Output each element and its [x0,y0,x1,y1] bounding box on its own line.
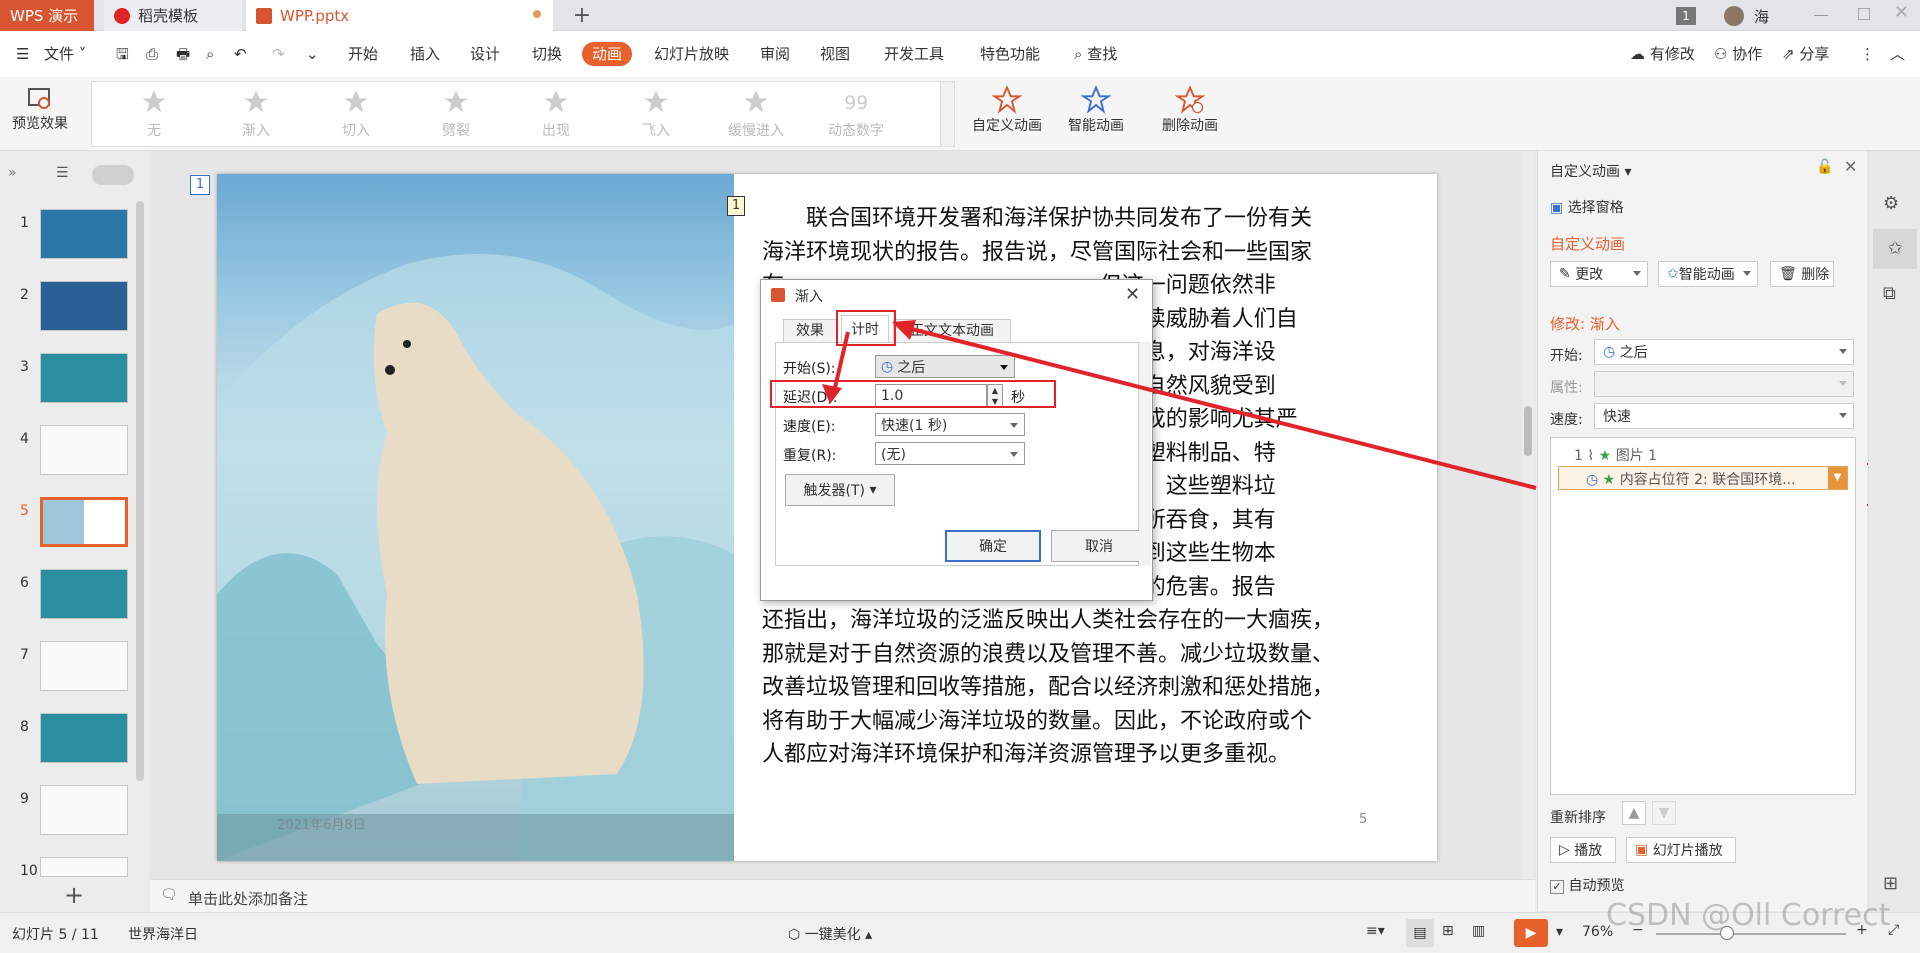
pin-icon[interactable]: 🔓 [1816,159,1833,175]
select-pane-icon: ▣ [1550,200,1564,216]
panel-smart-animation-button[interactable]: ✩ 智能动画 [1658,261,1758,287]
custom-animation-panel: 自定义动画 ▾ 🔓 ✕ ▣ 选择窗格 自定义动画 ✎ 更改 ✩ 智能动画 🗑 删除… [1537,151,1867,911]
panel-start-label: 开始: [1550,348,1583,364]
smart-icon: ✩ [1667,266,1679,282]
change-button[interactable]: ✎ 更改 [1550,261,1648,287]
effect-star-icon: ★ [1598,448,1612,464]
watermark: CSDN @Oll Correct [1606,898,1891,933]
clock-icon: ◷ [1603,344,1616,360]
slide-indicator: 幻灯片 5 / 11 [12,927,99,943]
play-icon: ▷ [1559,842,1570,858]
panel-start-select[interactable]: ◷ 之后 [1594,339,1854,365]
section-heading: 自定义动画 [1550,235,1626,253]
auto-preview-checkbox[interactable]: ✓ 自动预览 [1550,875,1624,895]
move-down-icon[interactable]: ▼ [1652,801,1676,825]
slideshow-button[interactable]: ▣ 幻灯片播放 [1626,837,1736,863]
right-toolbar: ⚙ ✩ ⧉ ⊞ [1868,151,1920,911]
trash-icon: 🗑 [1779,266,1797,282]
properties-icon[interactable]: ⚙ [1883,193,1899,214]
panel-property-select[interactable] [1594,371,1854,397]
animation-list-item[interactable]: 1 ⌇ ★ 图片 1 [1574,445,1657,465]
pencil-icon: ✎ [1559,266,1571,282]
play-button[interactable]: ▷ 播放 [1550,837,1616,863]
notes-placeholder: 单击此处添加备注 [188,890,309,908]
slideshow-icon: ▣ [1635,842,1649,858]
reading-view-icon[interactable]: ▥ [1472,923,1485,939]
theme-name[interactable]: 世界海洋日 [128,924,198,944]
modify-heading: 修改: 渐入 [1550,315,1620,333]
animation-list [1550,437,1856,795]
effect-star-icon: ★ [1602,472,1616,488]
panel-speed-label: 速度: [1550,412,1583,428]
panel-speed-select[interactable]: 快速 [1594,403,1854,429]
sorter-view-icon[interactable]: ⊞ [1442,923,1454,939]
checkbox-checked-icon: ✓ [1550,880,1564,894]
notes-icon: 🗨 [160,887,178,903]
list-item-dropdown-icon[interactable]: ▼ [1828,467,1847,489]
panel-property-label: 属性: [1550,380,1583,396]
select-pane-link[interactable]: ▣ 选择窗格 [1550,197,1624,217]
cube-icon: ⬡ [788,927,801,943]
animation-list-item-label: ◷ ★ 内容占位符 2: 联合国环境... [1586,472,1796,488]
clock-icon: ◷ [1586,472,1599,488]
move-up-icon[interactable]: ▲ [1622,801,1646,825]
transition-pane-icon[interactable]: ⧉ [1883,283,1896,304]
notes-area[interactable]: 🗨 单击此处添加备注 [150,879,1535,912]
animation-pane-icon[interactable]: ✩ [1873,229,1917,269]
play-slideshow-button[interactable]: ▶ [1514,919,1548,947]
panel-title[interactable]: 自定义动画 ▾ [1550,161,1631,181]
normal-view-icon[interactable]: ▤ [1406,919,1434,947]
notes-toggle-icon[interactable]: ≡▾ [1366,923,1385,939]
panel-close-icon[interactable]: ✕ [1844,157,1857,176]
reorder-label: 重新排序 [1550,810,1606,826]
play-options-icon[interactable]: ▾ [1556,924,1563,940]
mouse-icon: ⌇ [1587,448,1595,464]
panel-delete-button[interactable]: 🗑 删除 [1770,261,1834,287]
grid-apps-icon[interactable]: ⊞ [1883,873,1898,894]
zoom-slider[interactable] [1656,933,1846,935]
beautify-button[interactable]: ⬡ 一键美化 ▴ [788,924,872,944]
